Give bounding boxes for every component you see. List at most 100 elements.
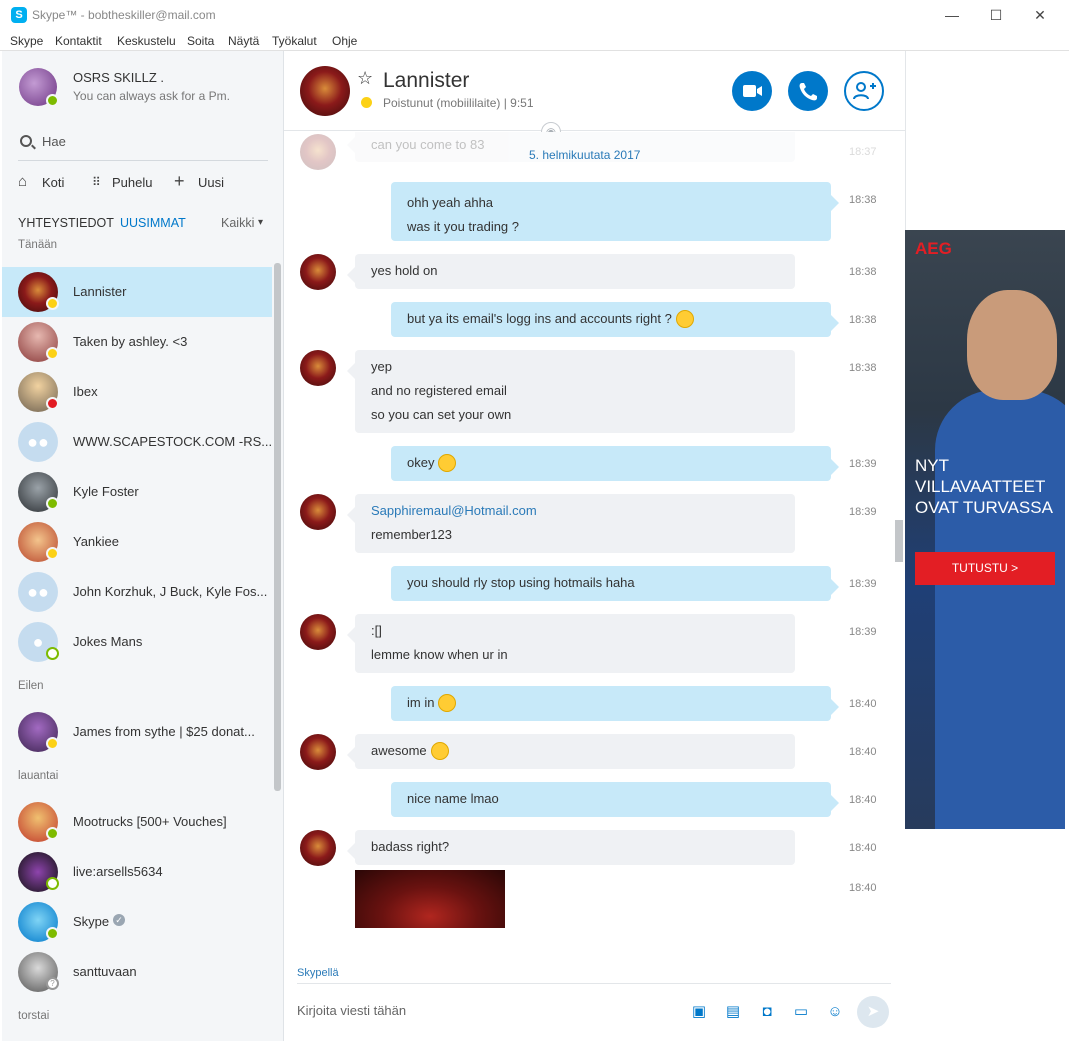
contact-item[interactable]: Taken by ashley. <3 bbox=[2, 317, 272, 367]
filter-dropdown[interactable]: Kaikki bbox=[221, 216, 254, 230]
contact-item[interactable]: ● Jokes Mans bbox=[2, 617, 272, 667]
tab-recent[interactable]: UUSIMMAT bbox=[120, 216, 186, 230]
menu-call[interactable]: Soita bbox=[187, 34, 214, 48]
message-bubble-outgoing[interactable]: nice name lmao bbox=[391, 782, 839, 817]
contact-item[interactable]: James from sythe | $25 donat... bbox=[2, 707, 272, 757]
message-time: 18:40 bbox=[849, 746, 877, 758]
email-link[interactable]: Sapphiremaul@Hotmail.com bbox=[371, 499, 779, 523]
message-text: nice name lmao bbox=[407, 791, 499, 806]
message-scrollbar[interactable] bbox=[895, 520, 903, 562]
message-bubble-incoming[interactable]: yep and no registered email so you can s… bbox=[347, 350, 795, 433]
menu-contacts[interactable]: Kontaktit bbox=[55, 34, 102, 48]
ad-cta-button[interactable]: TUTUSTU > bbox=[915, 552, 1055, 585]
nav-call[interactable]: Puhelu bbox=[112, 175, 152, 190]
message-input[interactable]: Kirjoita viesti tähän bbox=[297, 1003, 406, 1018]
unknown-status-icon: ? bbox=[46, 977, 59, 990]
chat-title[interactable]: Lannister bbox=[383, 69, 469, 93]
message-bubble-incoming[interactable]: :[] lemme know when ur in bbox=[347, 614, 795, 673]
message-text: but ya its email's logg ins and accounts… bbox=[407, 311, 672, 326]
home-icon: ⌂ bbox=[18, 173, 28, 190]
menu-tools[interactable]: Työkalut bbox=[272, 34, 317, 48]
message-bubble-incoming[interactable]: Sapphiremaul@Hotmail.com remember123 bbox=[347, 494, 795, 553]
send-contact-icon[interactable]: ▭ bbox=[792, 1003, 810, 1021]
favorite-star-icon[interactable]: ☆ bbox=[357, 68, 373, 89]
online-status-icon bbox=[46, 927, 59, 940]
close-button[interactable]: ✕ bbox=[1025, 4, 1055, 26]
sender-avatar[interactable] bbox=[300, 350, 336, 386]
search-box[interactable]: Hae bbox=[18, 131, 268, 161]
send-via-label[interactable]: Skypellä bbox=[297, 967, 339, 979]
advertisement-banner[interactable]: AEG NYT VILLAVAATTEET OVAT TURVASSA TUTU… bbox=[905, 230, 1065, 829]
contact-item[interactable]: live:arsells5634 bbox=[2, 847, 272, 897]
message-bubble-incoming[interactable]: badass right? bbox=[347, 830, 795, 865]
emoticon-icon[interactable]: ☺ bbox=[826, 1003, 844, 1021]
message-bubble-outgoing[interactable]: you should rly stop using hotmails haha bbox=[391, 566, 839, 601]
search-icon bbox=[20, 135, 32, 147]
send-image-icon[interactable]: ▣ bbox=[690, 1003, 708, 1021]
ad-headline: OVAT TURVASSA bbox=[915, 498, 1053, 517]
maximize-button[interactable]: ☐ bbox=[981, 4, 1011, 26]
add-participants-button[interactable] bbox=[844, 71, 884, 111]
shared-image[interactable] bbox=[355, 870, 505, 928]
minimize-button[interactable]: — bbox=[937, 4, 967, 26]
contact-name: John Korzhuk, J Buck, Kyle Fos... bbox=[73, 584, 268, 599]
menu-skype[interactable]: Skype bbox=[10, 34, 43, 48]
ad-headline: NYT bbox=[915, 456, 949, 475]
message-text: ohh yeah ahha bbox=[407, 195, 494, 210]
contact-item[interactable]: Kyle Foster bbox=[2, 467, 272, 517]
message-bubble-outgoing[interactable]: im in bbox=[391, 686, 839, 721]
contact-item[interactable]: Yankiee bbox=[2, 517, 272, 567]
sender-avatar[interactable] bbox=[300, 614, 336, 650]
nav-new[interactable]: Uusi bbox=[198, 175, 224, 190]
message-bubble-outgoing[interactable]: ohh yeah ahha was it you trading ? bbox=[391, 182, 839, 241]
sender-avatar[interactable] bbox=[300, 830, 336, 866]
message-bubble-incoming[interactable]: yes hold on bbox=[347, 254, 795, 289]
message-bubble-outgoing[interactable]: okey bbox=[391, 446, 839, 481]
ad-headline: VILLAVAATTEET bbox=[915, 477, 1046, 496]
sidebar-scrollbar[interactable] bbox=[274, 263, 281, 791]
contact-item-lannister[interactable]: Lannister bbox=[2, 267, 272, 317]
send-file-icon[interactable]: ▤ bbox=[724, 1003, 742, 1021]
ad-spacer bbox=[905, 51, 1069, 230]
message-time: 18:38 bbox=[849, 266, 877, 278]
busy-status-icon bbox=[46, 397, 59, 410]
away-status-icon bbox=[46, 297, 59, 310]
message-text: badass right? bbox=[371, 839, 450, 854]
section-yesterday: Eilen bbox=[18, 680, 44, 692]
chat-avatar[interactable] bbox=[300, 66, 350, 116]
video-camera-icon bbox=[743, 85, 762, 97]
quick-nav: ⌂ Koti ⠿ Puhelu + Uusi bbox=[18, 171, 268, 195]
menu-conversation[interactable]: Keskustelu bbox=[117, 34, 176, 48]
divider bbox=[297, 983, 891, 984]
sender-avatar[interactable] bbox=[300, 494, 336, 530]
menu-help[interactable]: Ohje bbox=[332, 34, 357, 48]
contact-item[interactable]: Ibex bbox=[2, 367, 272, 417]
contact-item[interactable]: ●● John Korzhuk, J Buck, Kyle Fos... bbox=[2, 567, 272, 617]
contact-item[interactable]: ●● WWW.SCAPESTOCK.COM -RS... bbox=[2, 417, 272, 467]
contact-item[interactable]: Skype ✓ bbox=[2, 897, 272, 947]
online-status-icon bbox=[46, 497, 59, 510]
sender-avatar[interactable] bbox=[300, 734, 336, 770]
contact-item[interactable]: ? santtuvaan bbox=[2, 947, 272, 997]
smiley-emoji-icon bbox=[430, 741, 449, 760]
profile-name[interactable]: OSRS SKILLZ . bbox=[73, 70, 164, 85]
contact-item[interactable]: Mootrucks [500+ Vouches] bbox=[2, 797, 272, 847]
profile-mood[interactable]: You can always ask for a Pm. bbox=[73, 89, 230, 103]
message-text: awesome bbox=[371, 743, 427, 758]
menu-view[interactable]: Näytä bbox=[228, 34, 259, 48]
sender-avatar[interactable] bbox=[300, 254, 336, 290]
send-button[interactable]: ➤ bbox=[857, 996, 889, 1028]
message-time: 18:39 bbox=[849, 578, 877, 590]
video-call-button[interactable] bbox=[732, 71, 772, 111]
nav-home[interactable]: Koti bbox=[42, 175, 64, 190]
audio-call-button[interactable] bbox=[788, 71, 828, 111]
message-bubble-outgoing[interactable]: but ya its email's logg ins and accounts… bbox=[391, 302, 839, 337]
video-message-icon[interactable]: ◘ bbox=[758, 1003, 776, 1021]
tab-contacts[interactable]: YHTEYSTIEDOT bbox=[18, 216, 114, 230]
menu-bar: Skype Kontaktit Keskustelu Soita Näytä T… bbox=[0, 31, 1069, 51]
ad-model-sweater bbox=[935, 390, 1065, 829]
group-icon: ●● bbox=[18, 422, 58, 462]
contact-name: James from sythe | $25 donat... bbox=[73, 724, 255, 739]
message-bubble-incoming[interactable]: awesome bbox=[347, 734, 795, 769]
sidebar: OSRS SKILLZ . You can always ask for a P… bbox=[2, 51, 284, 1041]
